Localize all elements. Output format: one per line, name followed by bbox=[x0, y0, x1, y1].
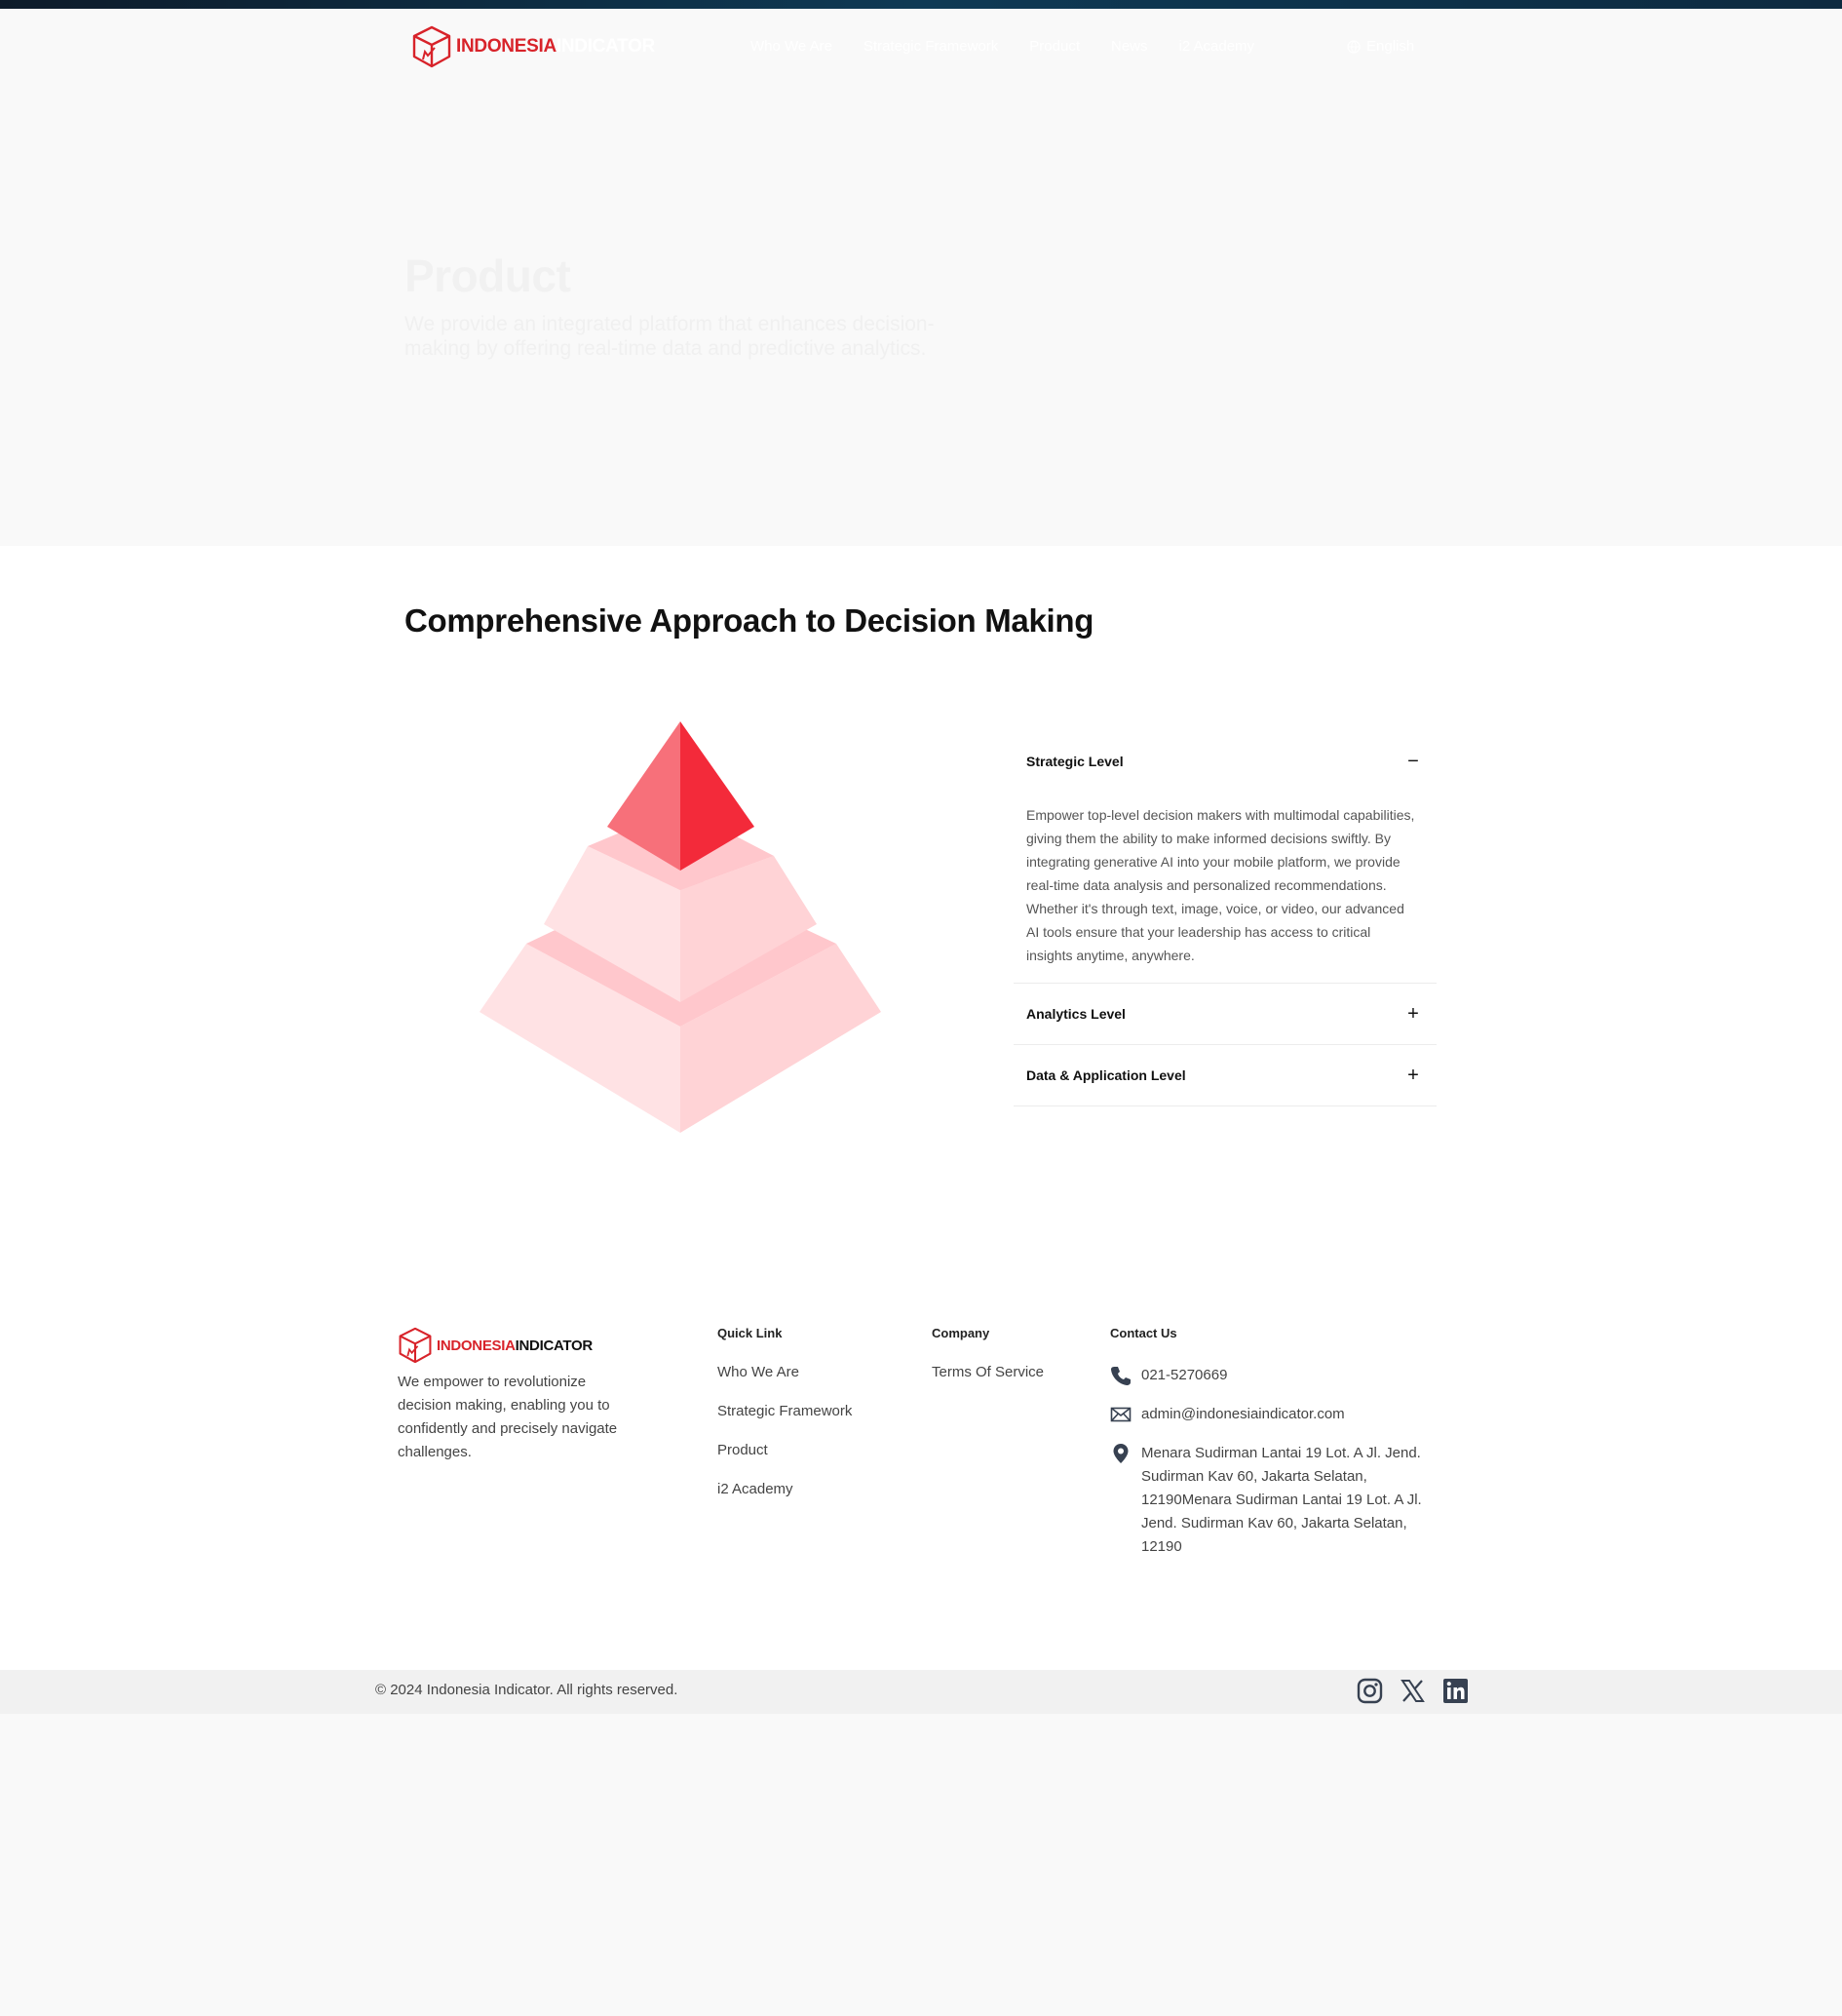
top-gradient-bar bbox=[0, 0, 1842, 9]
minus-icon[interactable]: − bbox=[1403, 751, 1423, 773]
nav-link-product[interactable]: Product bbox=[1029, 38, 1080, 55]
footer-company-links: Company Terms Of Service bbox=[932, 1326, 1044, 1403]
plus-icon[interactable]: + bbox=[1403, 1003, 1423, 1026]
instagram-icon[interactable] bbox=[1357, 1678, 1383, 1704]
footer-link-terms-of-service[interactable]: Terms Of Service bbox=[932, 1364, 1044, 1403]
accordion-item-analytics: Analytics Level + bbox=[1014, 984, 1437, 1045]
logo-text-indonesia: INDONESIA bbox=[456, 36, 556, 57]
accordion-body-strategic: Empower top-level decision makers with m… bbox=[1026, 807, 1415, 963]
cube-logo-icon bbox=[412, 25, 451, 68]
linkedin-icon[interactable] bbox=[1442, 1678, 1469, 1704]
accordion-title: Strategic Level bbox=[1026, 754, 1124, 769]
contact-address: Menara Sudirman Lantai 19 Lot. A Jl. Jen… bbox=[1110, 1442, 1441, 1559]
hero-subtitle: We provide an integrated platform that e… bbox=[404, 313, 935, 360]
nav-logo[interactable]: INDONESIA INDICATOR bbox=[411, 24, 655, 69]
accordion-header-strategic[interactable]: Strategic Level − bbox=[1014, 731, 1437, 792]
footer-link-i2-academy[interactable]: i2 Academy bbox=[717, 1481, 852, 1520]
navbar: INDONESIA INDICATOR Who We Are Strategic… bbox=[0, 9, 1842, 69]
phone-icon bbox=[1111, 1367, 1131, 1385]
contact-phone-text[interactable]: 021-5270669 bbox=[1141, 1364, 1227, 1387]
logo-text-indicator: INDICATOR bbox=[515, 1337, 594, 1354]
pyramid-illustration bbox=[480, 721, 881, 1133]
language-selector[interactable]: English bbox=[1347, 38, 1414, 55]
contact-phone: 021-5270669 bbox=[1110, 1364, 1441, 1387]
footer-contact: Contact Us 021-5270669 admin@indonesiain… bbox=[1110, 1326, 1441, 1574]
social-links bbox=[1357, 1678, 1469, 1704]
footer-link-product[interactable]: Product bbox=[717, 1442, 852, 1481]
nav-link-who-we-are[interactable]: Who We Are bbox=[750, 38, 832, 55]
footer-logo[interactable]: INDONESIA INDICATOR bbox=[398, 1326, 593, 1365]
page-bottom-area bbox=[0, 1714, 1842, 2016]
copyright-text: © 2024 Indonesia Indicator. All rights r… bbox=[375, 1682, 678, 1698]
hero-section bbox=[0, 9, 1842, 546]
accordion-item-data-application: Data & Application Level + bbox=[1014, 1045, 1437, 1106]
accordion-title: Analytics Level bbox=[1026, 1006, 1126, 1022]
nav-link-i2-academy[interactable]: i2 Academy bbox=[1179, 38, 1255, 55]
language-label: English bbox=[1366, 38, 1415, 55]
hero-title: Product bbox=[404, 251, 571, 301]
nav-link-strategic-framework[interactable]: Strategic Framework bbox=[863, 38, 998, 55]
nav-link-news[interactable]: News bbox=[1111, 38, 1148, 55]
x-icon[interactable] bbox=[1400, 1678, 1426, 1704]
footer-quick-links: Quick Link Who We Are Strategic Framewor… bbox=[717, 1326, 852, 1520]
section-title: Comprehensive Approach to Decision Makin… bbox=[404, 602, 1094, 639]
accordion-header-analytics[interactable]: Analytics Level + bbox=[1014, 984, 1437, 1044]
contact-email: admin@indonesiaindicator.com bbox=[1110, 1403, 1441, 1426]
footer-bottom-bar bbox=[0, 1670, 1842, 1714]
accordion-item-strategic: Strategic Level − Empower top-level deci… bbox=[1014, 731, 1437, 984]
mail-icon bbox=[1110, 1407, 1132, 1422]
logo-text-indicator: INDICATOR bbox=[556, 36, 655, 57]
contact-email-text[interactable]: admin@indonesiaindicator.com bbox=[1141, 1403, 1345, 1426]
footer-column-heading: Quick Link bbox=[717, 1326, 783, 1340]
accordion-title: Data & Application Level bbox=[1026, 1067, 1186, 1083]
footer-tagline: We empower to revolutionize decision mak… bbox=[398, 1374, 618, 1460]
contact-address-text: Menara Sudirman Lantai 19 Lot. A Jl. Jen… bbox=[1141, 1445, 1422, 1555]
footer-column-heading: Company bbox=[932, 1326, 990, 1340]
footer-link-strategic-framework[interactable]: Strategic Framework bbox=[717, 1403, 852, 1442]
plus-icon[interactable]: + bbox=[1403, 1065, 1423, 1087]
accordion-header-data-application[interactable]: Data & Application Level + bbox=[1014, 1045, 1437, 1105]
globe-icon bbox=[1347, 39, 1361, 54]
footer-link-who-we-are[interactable]: Who We Are bbox=[717, 1364, 852, 1403]
level-accordion: Strategic Level − Empower top-level deci… bbox=[1014, 731, 1437, 1106]
location-pin-icon bbox=[1113, 1444, 1129, 1463]
nav-links: Who We Are Strategic Framework Product N… bbox=[750, 38, 1254, 55]
footer-column-heading: Contact Us bbox=[1110, 1326, 1177, 1340]
approach-section bbox=[0, 546, 1842, 1670]
logo-text-indonesia: INDONESIA bbox=[437, 1337, 516, 1354]
cube-logo-icon bbox=[399, 1327, 432, 1364]
